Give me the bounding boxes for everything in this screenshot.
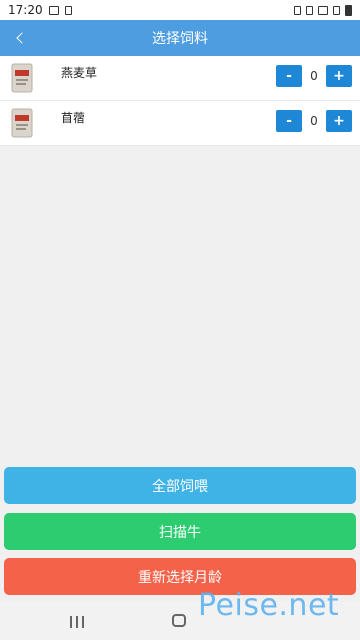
status-bar: 17:20	[0, 0, 360, 20]
feed-name: 苜蓿	[61, 111, 86, 125]
decrement-button[interactable]: -	[276, 65, 302, 87]
app-header: 选择饲料	[0, 20, 360, 56]
feed-all-button[interactable]: 全部饲喂	[4, 467, 356, 504]
feed-bag-icon	[11, 108, 33, 138]
feed-list: 燕麦草 - 0 + 苜蓿 - 0 +	[0, 56, 360, 146]
increment-button[interactable]: +	[326, 110, 352, 132]
feed-item: 苜蓿 - 0 +	[0, 101, 360, 146]
watermark: Peise.net	[198, 588, 340, 623]
quantity-value: 0	[310, 114, 318, 128]
increment-button[interactable]: +	[326, 65, 352, 87]
recent-apps-button[interactable]	[70, 616, 84, 628]
page-title: 选择饲料	[152, 31, 208, 47]
scan-cow-button[interactable]: 扫描牛	[4, 513, 356, 550]
signal-icon	[333, 5, 340, 15]
status-time: 17:20	[8, 3, 43, 17]
feed-item: 燕麦草 - 0 +	[0, 56, 360, 101]
alarm-icon	[294, 5, 301, 15]
battery-icon	[345, 4, 352, 16]
decrement-button[interactable]: -	[276, 110, 302, 132]
home-button[interactable]	[172, 614, 186, 627]
feed-bag-icon	[11, 63, 33, 93]
gallery-notification-icon	[48, 5, 59, 15]
quantity-stepper: - 0 +	[276, 110, 352, 132]
feed-name: 燕麦草	[61, 66, 98, 80]
chevron-left-icon	[16, 32, 28, 44]
mute-icon	[306, 5, 313, 15]
storage-notification-icon	[64, 5, 72, 15]
quantity-stepper: - 0 +	[276, 65, 352, 87]
wifi-icon	[318, 5, 328, 15]
quantity-value: 0	[310, 69, 318, 83]
back-button[interactable]	[12, 28, 32, 48]
